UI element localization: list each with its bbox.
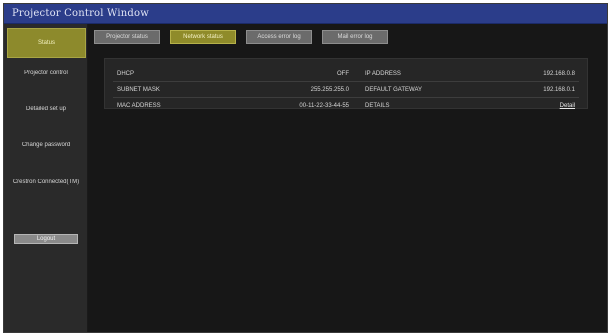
ip-address-value: 192.168.0.8 [483, 66, 579, 82]
sidebar-item-detailed-setup[interactable]: Detailed set up [4, 106, 88, 113]
table-row: DHCP OFF IP ADDRESS 192.168.0.8 [113, 66, 579, 82]
sidebar-item-label: Status [37, 39, 55, 46]
subnet-mask-label: SUBNET MASK [113, 81, 249, 98]
tab-projector-status[interactable]: Projector status [94, 30, 160, 44]
subnet-mask-value: 255.255.255.0 [249, 81, 353, 98]
mac-address-label: MAC ADDRESS [117, 102, 161, 109]
sidebar-item-projector-control[interactable]: Projector control [4, 70, 88, 77]
tab-mail-error-log[interactable]: Mail error log [322, 30, 388, 44]
tab-access-error-log[interactable]: Access error log [246, 30, 312, 44]
default-gateway-label: DEFAULT GATEWAY [361, 81, 483, 98]
sidebar-item-label: Projector control [24, 70, 68, 76]
logout-button[interactable]: Logout [14, 234, 78, 244]
dhcp-label: DHCP [113, 66, 249, 82]
ip-address-label: IP ADDRESS [361, 66, 483, 82]
network-status-table: DHCP OFF IP ADDRESS 192.168.0.8 SUBNET M… [113, 66, 579, 113]
tab-network-status[interactable]: Network status [170, 30, 236, 44]
sidebar-item-label: Change password [21, 142, 71, 148]
table-spacer [353, 66, 361, 82]
table-spacer [353, 98, 361, 114]
window-title: Projector Control Window [12, 8, 149, 19]
mac-address-value: 00-11-22-33-44-55 [299, 102, 349, 109]
details-cell: Detail [483, 98, 579, 114]
title-bar: Projector Control Window [4, 4, 607, 24]
details-link[interactable]: Detail [560, 103, 575, 109]
sidebar-item-label: Detailed set up [25, 106, 67, 112]
sidebar-item-label: Crestron Connected(TM) [12, 179, 80, 185]
projector-control-window: Projector Control Window Status Projecto… [3, 3, 608, 333]
table-spacer [353, 81, 361, 98]
default-gateway-value: 192.168.0.1 [483, 81, 579, 98]
sidebar-item-status[interactable]: Status [7, 28, 86, 58]
network-status-panel: DHCP OFF IP ADDRESS 192.168.0.8 SUBNET M… [104, 58, 588, 109]
details-label: DETAILS [365, 102, 390, 109]
table-row: SUBNET MASK 255.255.255.0 DEFAULT GATEWA… [113, 81, 579, 98]
sidebar-item-crestron[interactable]: Crestron Connected(TM) [4, 179, 88, 186]
sidebar: Status Projector control Detailed set up… [4, 24, 88, 332]
sidebar-item-change-password[interactable]: Change password [4, 142, 88, 149]
dhcp-value: OFF [249, 66, 353, 82]
table-row: MAC ADDRESS 00-11-22-33-44-55 DETAILS De… [113, 98, 579, 114]
